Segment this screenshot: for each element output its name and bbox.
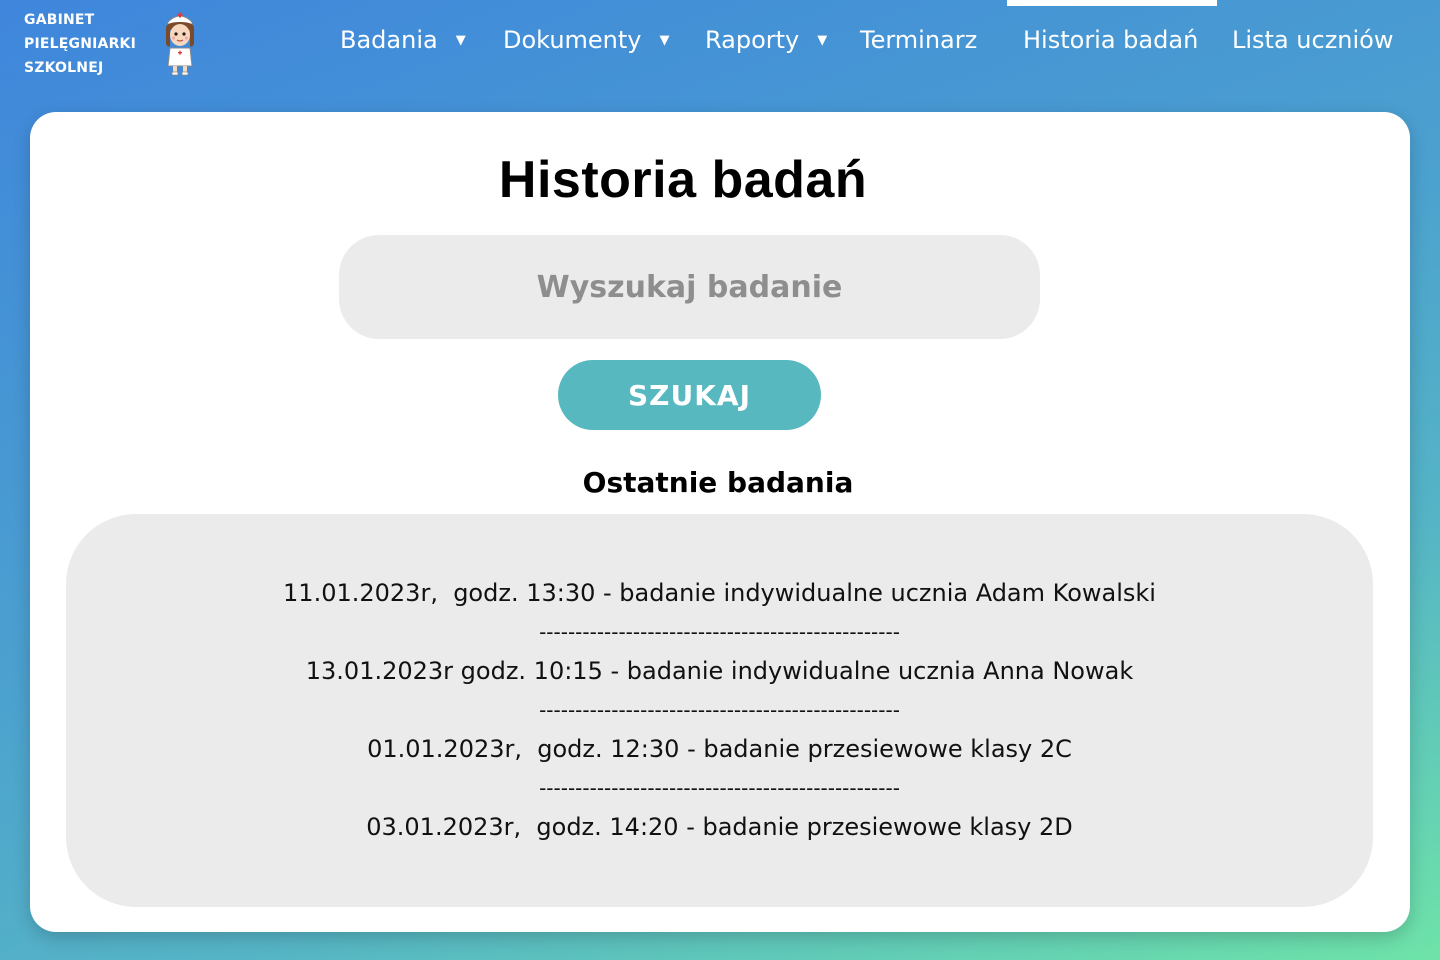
- nurse-mascot-icon: [166, 12, 194, 76]
- chevron-down-icon[interactable]: ▼: [817, 33, 827, 48]
- search-button[interactable]: SZUKAJ: [558, 360, 821, 430]
- search-input[interactable]: [339, 235, 1040, 339]
- list-item[interactable]: 13.01.2023r godz. 10:15 - badanie indywi…: [66, 652, 1373, 691]
- chevron-down-icon[interactable]: ▼: [456, 33, 466, 48]
- chevron-down-icon[interactable]: ▼: [660, 33, 670, 48]
- recent-exams-title: Ostatnie badania: [582, 466, 854, 499]
- divider: ----------------------------------------…: [539, 698, 900, 722]
- nav-label-badania: Badania: [340, 26, 438, 54]
- nav-item-raporty[interactable]: Raporty ▼: [705, 26, 827, 54]
- brand-logo-text[interactable]: GABINET PIELĘGNIARKI SZKOLNEJ: [24, 8, 144, 80]
- recent-exams-list: 11.01.2023r, godz. 13:30 - badanie indyw…: [66, 574, 1373, 847]
- nav-label-dokumenty: Dokumenty: [503, 26, 642, 54]
- brand-line-2: PIELĘGNIARKI: [24, 36, 137, 52]
- top-navigation-bar: GABINET PIELĘGNIARKI SZKOLNEJ Badania ▼ …: [0, 0, 1440, 100]
- nav-active-indicator: [1007, 0, 1217, 6]
- brand-line-3: SZKOLNEJ: [24, 60, 104, 76]
- main-card: Historia badań SZUKAJ Ostatnie badania 1…: [30, 112, 1410, 932]
- nav-item-dokumenty[interactable]: Dokumenty ▼: [503, 26, 670, 54]
- nav-label-lista-uczniow: Lista uczniów: [1232, 26, 1394, 54]
- divider: ----------------------------------------…: [539, 620, 900, 644]
- nav-item-badania[interactable]: Badania ▼: [340, 26, 466, 54]
- brand-line-1: GABINET: [24, 12, 95, 28]
- nav-item-historia-badan[interactable]: Historia badań: [1023, 26, 1198, 54]
- list-item[interactable]: 01.01.2023r, godz. 12:30 - badanie przes…: [66, 730, 1373, 769]
- nav-label-raporty: Raporty: [705, 26, 800, 54]
- nav-label-terminarz: Terminarz: [860, 26, 978, 54]
- nav-item-lista-uczniow[interactable]: Lista uczniów: [1232, 26, 1393, 54]
- list-item[interactable]: 11.01.2023r, godz. 13:30 - badanie indyw…: [66, 574, 1373, 613]
- recent-exams-panel: 11.01.2023r, godz. 13:30 - badanie indyw…: [66, 514, 1373, 907]
- list-item[interactable]: 03.01.2023r, godz. 14:20 - badanie przes…: [66, 808, 1373, 847]
- divider: ----------------------------------------…: [539, 776, 900, 800]
- page-title: Historia badań: [498, 151, 868, 209]
- nav-item-terminarz[interactable]: Terminarz: [860, 26, 977, 54]
- nav-label-historia-badan: Historia badań: [1023, 26, 1199, 54]
